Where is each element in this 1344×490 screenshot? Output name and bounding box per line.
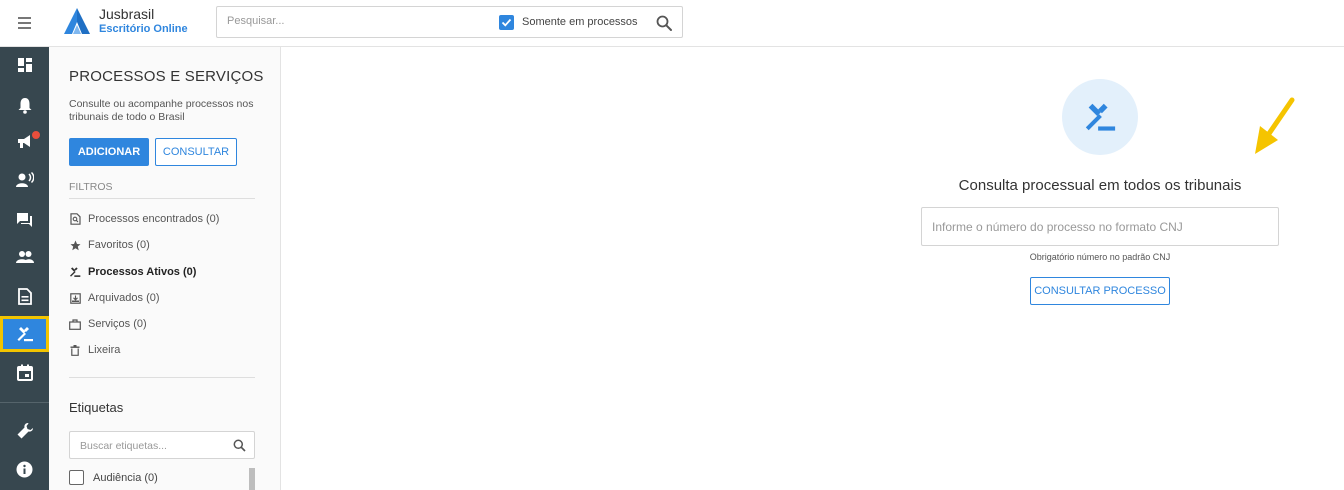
cnj-process-number-input[interactable] [932, 220, 1262, 234]
filter-trash[interactable]: Lixeira [69, 341, 120, 359]
rail-divider [0, 402, 49, 403]
add-button[interactable]: ADICIONAR [69, 138, 149, 166]
filter-label: Favoritos (0) [88, 239, 150, 251]
info-icon [16, 461, 33, 477]
dashboard-icon [17, 58, 32, 72]
filter-label: Lixeira [88, 344, 121, 356]
filter-active-processes[interactable]: Processos Ativos (0) [69, 263, 196, 281]
rail-item-calendar[interactable] [0, 354, 49, 390]
panel-title: PROCESSOS E SERVIÇOS [69, 68, 264, 85]
search-icon[interactable] [233, 439, 246, 452]
trash-icon [69, 344, 81, 356]
tags-search-input[interactable] [80, 440, 220, 452]
rail-item-processes[interactable] [0, 316, 49, 352]
chat-icon [17, 213, 32, 227]
rail-item-documents[interactable] [0, 278, 49, 314]
search-document-icon [69, 213, 81, 225]
tag-label: Audiência (0) [93, 471, 158, 484]
checkmark-icon [501, 18, 512, 27]
rail-item-messages[interactable] [0, 202, 49, 238]
consult-process-button[interactable]: CONSULTAR PROCESSO [1030, 277, 1170, 305]
notification-badge [31, 130, 41, 140]
brand[interactable]: Jusbrasil Escritório Online [99, 6, 188, 36]
filter-found-processes[interactable]: Processos encontrados (0) [69, 210, 219, 228]
main-title: Consulta processual em todos os tribunai… [958, 177, 1242, 194]
tags-search-box [69, 431, 255, 459]
filter-label: Processos Ativos (0) [88, 266, 197, 278]
cnj-field [921, 207, 1279, 246]
rail-item-contacts[interactable] [0, 162, 49, 198]
star-icon [69, 239, 81, 251]
filter-services[interactable]: Serviços (0) [69, 315, 147, 333]
search-icon[interactable] [655, 14, 673, 32]
filter-favorites[interactable]: Favoritos (0) [69, 236, 150, 254]
filters-divider [69, 198, 255, 199]
rail-item-tools[interactable] [0, 413, 49, 449]
calendar-icon [16, 364, 33, 381]
tags-divider [69, 377, 255, 378]
wrench-icon [17, 423, 33, 439]
consult-button[interactable]: CONSULTAR [155, 138, 237, 166]
icon-rail [0, 47, 49, 490]
gavel-icon [17, 327, 33, 342]
hero-gavel-badge [1062, 79, 1138, 155]
rail-item-intimations[interactable] [0, 124, 49, 160]
people-icon [15, 251, 34, 263]
tag-checkbox[interactable] [69, 470, 84, 485]
hamburger-menu-icon[interactable] [18, 14, 36, 32]
only-processes-checkbox[interactable] [499, 15, 514, 30]
arrow-annotation-icon [1255, 97, 1295, 154]
top-bar: Jusbrasil Escritório Online Somente em p… [0, 0, 1344, 47]
filter-label: Serviços (0) [88, 318, 147, 330]
gavel-icon [69, 266, 81, 278]
filters-label: FILTROS [69, 181, 113, 193]
filter-archived[interactable]: Arquivados (0) [69, 289, 160, 307]
tag-item-audiencia[interactable]: Audiência (0) [69, 470, 158, 485]
search-bar: Somente em processos [216, 6, 683, 38]
rail-item-clients[interactable] [0, 239, 49, 275]
archive-icon [69, 292, 81, 304]
jusbrasil-logo-icon[interactable] [62, 7, 92, 35]
brand-name: Jusbrasil [99, 6, 155, 22]
only-processes-label: Somente em processos [522, 16, 638, 28]
person-voice-icon [15, 172, 34, 187]
filter-label: Arquivados (0) [88, 292, 160, 304]
brand-subtitle: Escritório Online [99, 23, 188, 35]
briefcase-icon [69, 318, 81, 330]
tags-title: Etiquetas [69, 400, 124, 415]
rail-item-info[interactable] [0, 451, 49, 487]
processes-panel: PROCESSOS E SERVIÇOS Consulte ou acompan… [49, 47, 281, 490]
rail-item-dashboard[interactable] [0, 47, 49, 83]
search-input[interactable] [227, 15, 477, 27]
gavel-icon [1085, 103, 1116, 131]
cnj-hint: Obrigatório número no padrão CNJ [1029, 252, 1171, 262]
panel-description: Consulte ou acompanhe processos nos trib… [69, 98, 254, 123]
rail-item-notifications[interactable] [0, 87, 49, 123]
filter-label: Processos encontrados (0) [88, 213, 220, 225]
tags-scrollbar[interactable] [249, 468, 255, 490]
bell-icon [18, 97, 31, 114]
document-icon [17, 287, 32, 305]
